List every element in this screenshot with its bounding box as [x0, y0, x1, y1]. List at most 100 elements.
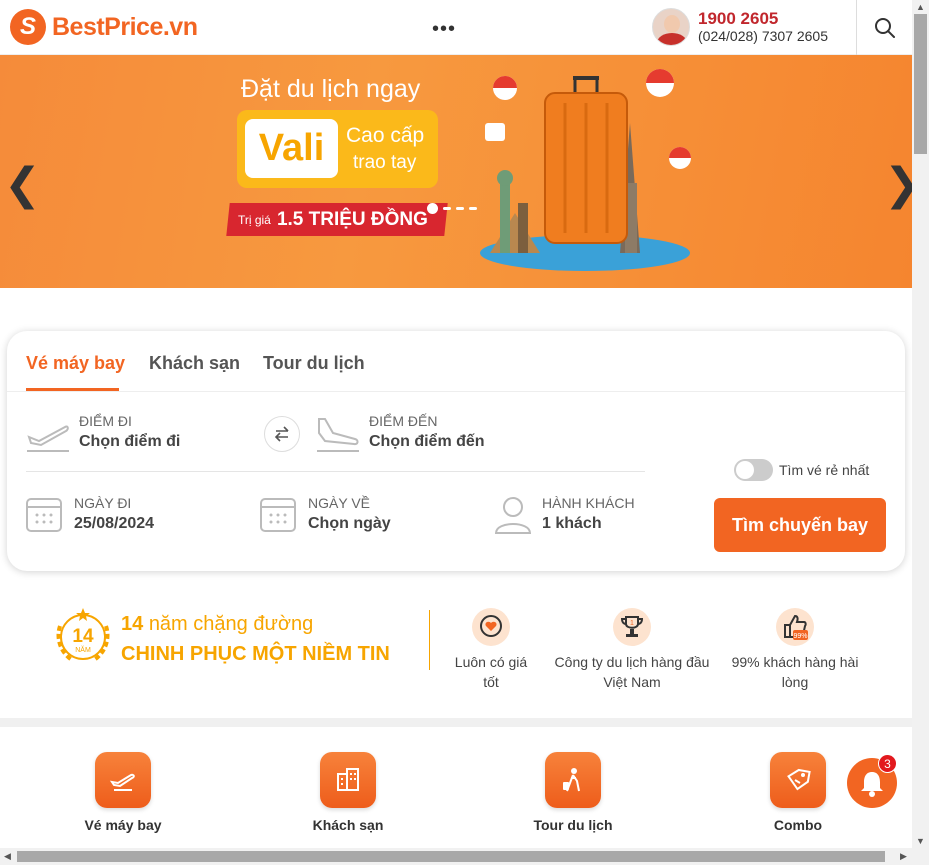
tab-tours[interactable]: Tour du lịch — [263, 353, 365, 374]
hotel-building-icon — [320, 752, 376, 808]
promo-banner[interactable]: Đặt du lịch ngay Vali Cao cấp trao tay T… — [0, 55, 912, 288]
suitcase-landmarks-illustration — [480, 69, 691, 271]
horizontal-scroll-thumb[interactable] — [17, 851, 885, 862]
quicknav-flights[interactable]: Vé máy bay — [53, 752, 193, 833]
price-value: 1.5 TRIỆU ĐỒNG — [276, 208, 428, 230]
trust-section: 14 NĂM 14 năm chặng đường CHINH PHỤC MỘT… — [0, 600, 912, 718]
quicknav-label: Vé máy bay — [84, 817, 162, 833]
slogan: CHINH PHỤC MỘT NIỀM TIN — [121, 643, 390, 665]
trophy-icon: 1 — [613, 608, 651, 646]
brand-name: BestPrice.vn — [52, 12, 198, 41]
svg-text:1: 1 — [630, 620, 634, 627]
depart-date-field[interactable]: Ngày đi 25/08/2024 — [74, 495, 154, 533]
trust-separator — [429, 610, 430, 670]
laurel-badge-icon: 14 NĂM — [56, 608, 110, 662]
usp-text: 99% khách hàng hài lòng — [731, 654, 859, 690]
depart-label: Ngày đi — [74, 495, 132, 511]
quicknav-label: Combo — [773, 817, 823, 833]
vertical-scroll-thumb[interactable] — [914, 14, 927, 154]
usp-satisfaction: 99% 99% khách hàng hài lòng — [730, 608, 860, 692]
thumbs-up-icon: 99% — [776, 608, 814, 646]
banner-headline: Đặt du lịch ngay — [241, 75, 421, 103]
flight-search-card: Vé máy bay Khách sạn Tour du lịch Điểm đ… — [7, 331, 905, 571]
quicknav-combo[interactable]: Combo — [728, 752, 868, 833]
from-value[interactable]: Chọn điểm đi — [79, 433, 180, 451]
carousel-dot-active[interactable] — [427, 203, 438, 214]
return-label: Ngày về — [308, 495, 370, 511]
passengers-field[interactable]: Hành khách 1 khách — [542, 495, 635, 533]
search-tabs: Vé máy bay Khách sạn Tour du lịch — [7, 331, 905, 392]
return-value[interactable]: Chọn ngày — [308, 515, 391, 533]
user-icon — [494, 497, 532, 534]
more-menu-button[interactable]: ••• — [432, 18, 456, 41]
tab-flights[interactable]: Vé máy bay — [26, 353, 125, 374]
price-ribbon: Trị giá 1.5 TRIỆU ĐỒNG — [226, 203, 448, 236]
vali-subtitle-2: trao tay — [353, 152, 417, 173]
carousel-dot[interactable] — [443, 207, 451, 210]
usp-text: Luôn có giá tốt — [454, 654, 528, 690]
carousel-dot[interactable] — [456, 207, 464, 210]
usp-best-price: Luôn có giá tốt — [450, 608, 532, 692]
hotline-main-number[interactable]: 1900 2605 — [698, 9, 828, 29]
toggle-label: Tìm vé rẻ nhất — [779, 462, 870, 478]
calendar-icon — [26, 498, 62, 532]
to-value[interactable]: Chọn điểm đến — [369, 433, 485, 451]
quicknav-label: Tour du lịch — [533, 817, 613, 833]
vali-word: Vali — [245, 119, 338, 178]
hotline-block[interactable]: 1900 2605 (024/028) 7307 2605 — [652, 8, 828, 46]
airplane-icon — [95, 752, 151, 808]
laurel-number: 14 — [72, 626, 94, 647]
swap-icon — [274, 426, 289, 442]
badge-99: 99% — [793, 633, 807, 640]
bell-icon — [861, 772, 883, 797]
top-header: S BestPrice.vn ••• 1900 2605 (024/028) 7… — [0, 0, 912, 55]
from-label: Điểm đi — [79, 413, 132, 429]
years-line: 14 năm chặng đường — [121, 613, 313, 636]
search-icon — [874, 17, 895, 38]
from-field[interactable]: Điểm đi Chọn điểm đi — [79, 413, 180, 451]
active-tab-indicator — [26, 388, 119, 391]
notification-count-badge: 3 — [878, 754, 897, 773]
ticket-tag-icon — [770, 752, 826, 808]
to-label: Điểm đến — [369, 413, 438, 429]
brand-logo[interactable]: S BestPrice.vn — [10, 9, 198, 45]
plane-landing-icon — [317, 418, 359, 452]
scroll-right-arrow-icon[interactable]: ▶ — [900, 851, 907, 862]
scroll-left-arrow-icon[interactable]: ◀ — [4, 851, 11, 862]
quicknav-label: Khách sạn — [312, 817, 384, 833]
vali-promo-box: Vali Cao cấp trao tay — [237, 110, 438, 188]
cheapest-fare-toggle[interactable]: Tìm vé rẻ nhất — [734, 459, 869, 481]
calendar-icon — [260, 498, 296, 532]
passengers-label: Hành khách — [542, 495, 635, 511]
usp-leading-company: 1 Công ty du lịch hàng đầu Việt Nam — [552, 608, 712, 692]
scroll-down-arrow-icon[interactable]: ▼ — [916, 836, 925, 846]
toggle-switch[interactable] — [734, 459, 773, 481]
to-field[interactable]: Điểm đến Chọn điểm đến — [369, 413, 485, 451]
quicknav-hotels[interactable]: Khách sạn — [278, 752, 418, 833]
banner-next-arrow[interactable]: ❯ — [884, 163, 912, 207]
banner-prev-arrow[interactable]: ❮ — [4, 163, 41, 207]
vali-subtitle-1: Cao cấp — [346, 124, 425, 147]
depart-value[interactable]: 25/08/2024 — [74, 515, 154, 533]
price-prefix: Trị giá — [238, 212, 271, 227]
scroll-up-arrow-icon[interactable]: ▲ — [916, 2, 925, 12]
section-divider — [0, 718, 912, 727]
passengers-value[interactable]: 1 khách — [542, 515, 635, 533]
usp-text: Công ty du lịch hàng đầu Việt Nam — [554, 654, 710, 690]
field-divider — [26, 471, 645, 472]
hotline-sub-number[interactable]: (024/028) 7307 2605 — [698, 28, 828, 44]
search-flights-button[interactable]: Tìm chuyến bay — [714, 498, 886, 552]
plane-takeoff-icon — [27, 425, 69, 452]
years-text: năm chặng đường — [148, 613, 314, 635]
swap-locations-button[interactable] — [264, 416, 300, 452]
laurel-word: NĂM — [75, 645, 91, 654]
return-date-field[interactable]: Ngày về Chọn ngày — [308, 495, 391, 533]
header-search-button[interactable] — [856, 0, 912, 55]
heart-chat-icon — [472, 608, 510, 646]
logo-s-icon: S — [10, 9, 46, 45]
tab-hotels[interactable]: Khách sạn — [149, 353, 240, 374]
traveler-icon — [545, 752, 601, 808]
support-agent-avatar — [652, 8, 690, 46]
quicknav-tours[interactable]: Tour du lịch — [503, 752, 643, 833]
years-number: 14 — [121, 613, 144, 635]
